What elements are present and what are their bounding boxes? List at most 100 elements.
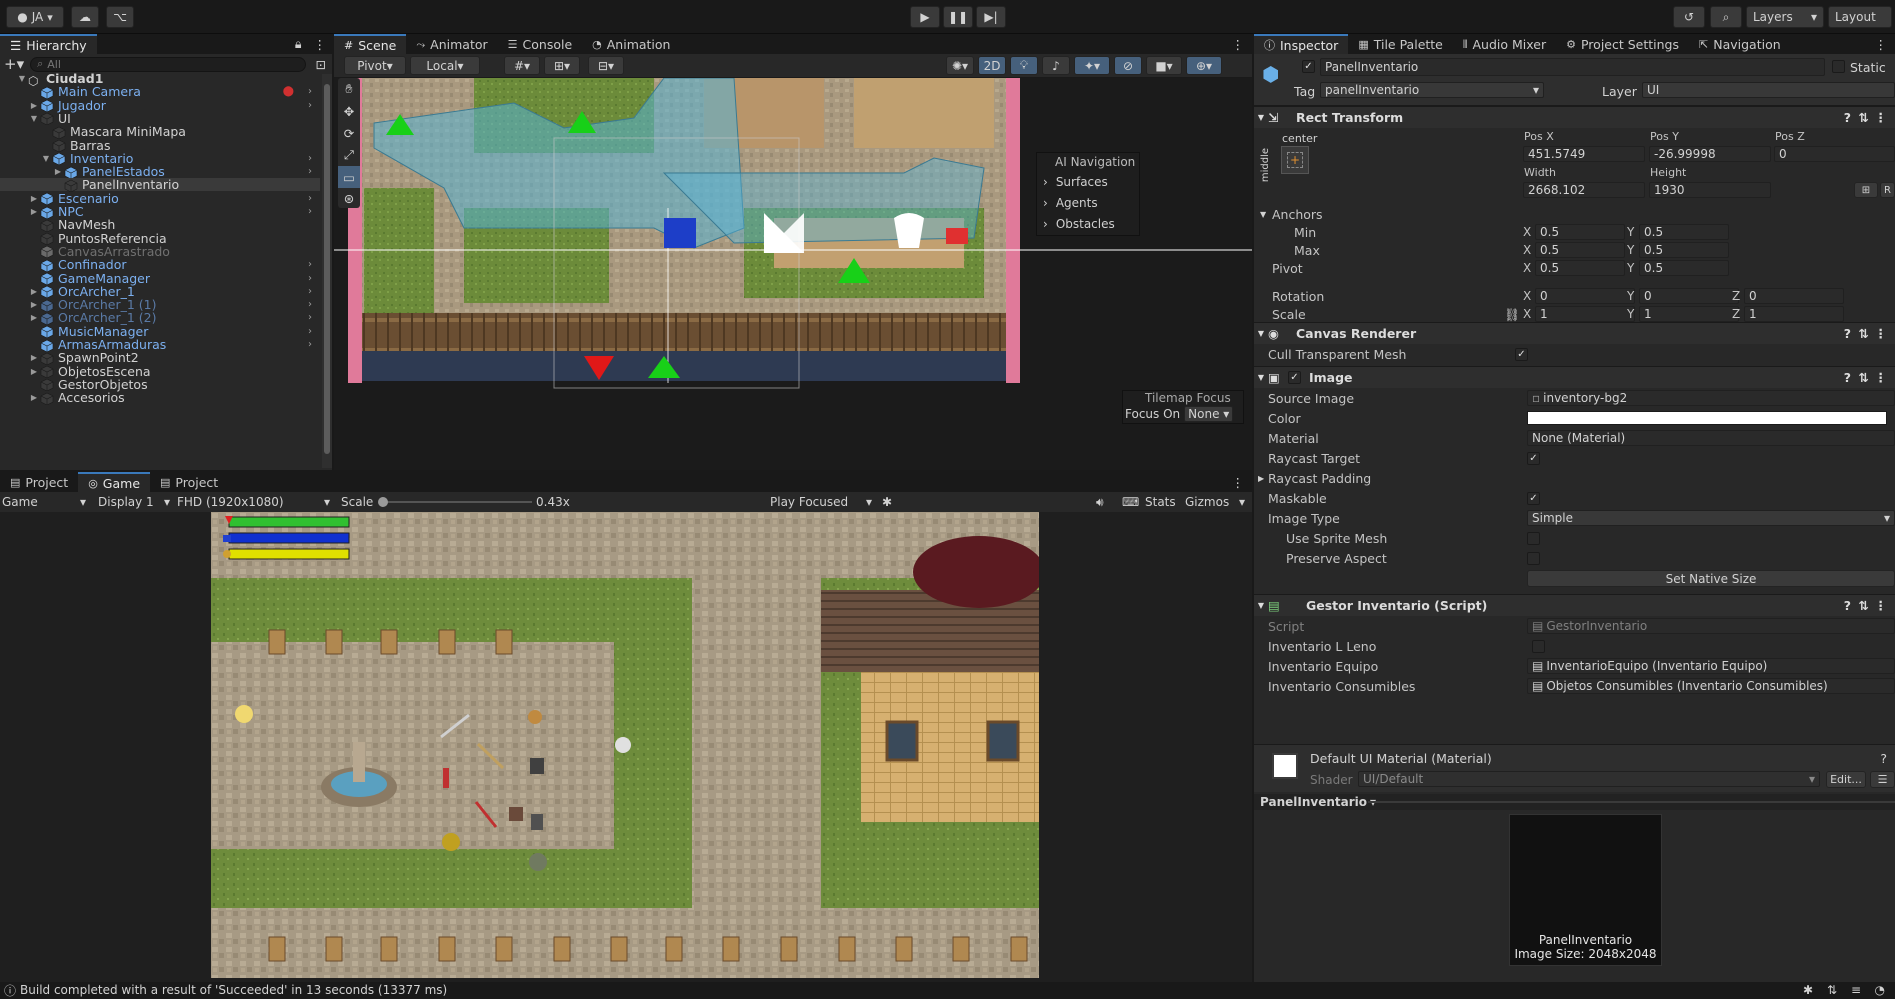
overlay-item-agents[interactable]: ›Agents: [1037, 192, 1139, 213]
tab-hierarchy[interactable]: ☰Hierarchy: [0, 34, 97, 54]
hierarchy-item[interactable]: ▶NPC›: [0, 205, 320, 218]
rotation-y-field[interactable]: 0: [1639, 288, 1739, 304]
preset-icon[interactable]: ⇅: [1859, 110, 1869, 125]
anchor-max-x-field[interactable]: 0.5: [1535, 242, 1625, 258]
camera-button[interactable]: ■▾: [1146, 56, 1182, 75]
chevron-right-icon[interactable]: ▶: [28, 300, 40, 309]
audio-toggle[interactable]: ♪: [1042, 56, 1070, 75]
open-prefab-icon[interactable]: ›: [308, 166, 312, 177]
rotate-tool-icon[interactable]: ⟳: [338, 122, 360, 144]
more-menu-icon[interactable]: ⋮: [1224, 472, 1253, 492]
pos-x-field[interactable]: 451.5749: [1523, 146, 1645, 162]
tab-inspector[interactable]: ⓘInspector: [1254, 34, 1348, 54]
pos-y-field[interactable]: -26.99998: [1649, 146, 1771, 162]
pause-button[interactable]: ❚❚: [943, 6, 973, 28]
chevron-right-icon[interactable]: ▶: [28, 207, 40, 216]
hierarchy-search-input[interactable]: ⌕All: [30, 57, 305, 72]
hierarchy-item[interactable]: ▶Accesorios: [0, 391, 320, 404]
hierarchy-item[interactable]: CanvasArrastrado: [0, 245, 320, 258]
hierarchy-item[interactable]: ArmasArmaduras›: [0, 338, 320, 351]
scrollbar-thumb[interactable]: [324, 84, 330, 454]
play-focused-dropdown[interactable]: Play Focused▾: [770, 495, 872, 509]
game-view-dropdown[interactable]: Game▾: [2, 495, 86, 509]
chevron-right-icon[interactable]: ▶: [28, 101, 40, 110]
inventario-equipo-field[interactable]: ▤InventarioEquipo (Inventario Equipo): [1527, 658, 1895, 674]
more-menu-icon[interactable]: ⋮: [1875, 110, 1888, 125]
search-button[interactable]: ⌕: [1710, 6, 1742, 28]
help-icon[interactable]: ?: [1844, 326, 1851, 341]
pivot-dropdown[interactable]: Pivot▾: [344, 56, 406, 75]
more-menu-icon[interactable]: ⋮: [1875, 370, 1888, 385]
play-button[interactable]: ▶: [910, 6, 940, 28]
preview-splitter[interactable]: [1368, 801, 1895, 803]
canvas-renderer-header[interactable]: ▼ ◉ Canvas Renderer ? ⇅ ⋮: [1254, 322, 1895, 344]
step-button[interactable]: ▶|: [976, 6, 1006, 28]
more-menu-icon[interactable]: ⋮: [1224, 34, 1253, 54]
inventario-consumibles-field[interactable]: ▤Objetos Consumibles (Inventario Consumi…: [1527, 678, 1895, 694]
chevron-right-icon[interactable]: ▶: [28, 313, 40, 322]
layers-dropdown[interactable]: Layers▾: [1746, 6, 1824, 28]
hierarchy-item[interactable]: Barras: [0, 139, 320, 152]
open-prefab-icon[interactable]: ›: [308, 100, 312, 111]
bug-icon[interactable]: ✱: [1803, 983, 1813, 997]
scale-y-field[interactable]: 1: [1639, 306, 1739, 322]
scale-x-field[interactable]: 1: [1535, 306, 1635, 322]
focus-on-dropdown[interactable]: None ▾: [1184, 406, 1233, 422]
mute-audio-icon[interactable]: 🔊︎: [1096, 495, 1104, 510]
progress-icon[interactable]: ◔: [1875, 983, 1885, 997]
tab-animator[interactable]: ⤳Animator: [406, 34, 497, 54]
hierarchy-item[interactable]: GestorObjetos: [0, 378, 320, 391]
hierarchy-item[interactable]: PuntosReferencia: [0, 232, 320, 245]
visibility-toggle[interactable]: ⊘: [1114, 56, 1142, 75]
keyboard-icon[interactable]: ⌨: [1122, 495, 1139, 509]
color-swatch[interactable]: [1527, 411, 1887, 425]
open-prefab-icon[interactable]: ›: [308, 193, 312, 204]
image-enabled-checkbox[interactable]: ✓: [1288, 371, 1301, 384]
hierarchy-item[interactable]: ▶OrcArcher_1›: [0, 285, 320, 298]
hierarchy-item[interactable]: PanelInventario: [0, 178, 320, 191]
hierarchy-item[interactable]: ▶Escenario›: [0, 192, 320, 205]
lock-icon[interactable]: 🔒︎: [289, 34, 308, 54]
chevron-right-icon[interactable]: ▶: [52, 167, 64, 176]
source-image-field[interactable]: ▫inventory-bg2: [1527, 390, 1895, 406]
hand-tool-icon[interactable]: ✋︎: [338, 78, 360, 100]
hierarchy-item[interactable]: Mascara MiniMapa: [0, 125, 320, 138]
scale-slider[interactable]: [382, 501, 532, 503]
tab-game[interactable]: ◎Game: [78, 472, 150, 492]
material-field[interactable]: None (Material): [1527, 430, 1895, 446]
preserve-aspect-checkbox[interactable]: [1527, 552, 1540, 565]
hierarchy-item[interactable]: Confinador›: [0, 258, 320, 271]
open-prefab-icon[interactable]: ›: [308, 299, 312, 310]
chevron-right-icon[interactable]: ▶: [28, 367, 40, 376]
pivot-x-field[interactable]: 0.5: [1535, 260, 1625, 276]
overlay-item-obstacles[interactable]: ›Obstacles: [1037, 213, 1139, 234]
preset-icon[interactable]: ⇅: [1859, 370, 1869, 385]
anchor-min-y-field[interactable]: 0.5: [1639, 224, 1729, 240]
more-menu-icon[interactable]: ⋮: [1867, 34, 1895, 54]
anchor-min-x-field[interactable]: 0.5: [1535, 224, 1625, 240]
filter-icon[interactable]: ⊡: [316, 57, 326, 72]
hierarchy-item[interactable]: ▶ObjetosEscena: [0, 365, 320, 378]
blueprint-button[interactable]: ⊞: [1854, 182, 1878, 198]
help-icon[interactable]: ?: [1844, 598, 1851, 613]
tab-tile-palette[interactable]: ▦Tile Palette: [1348, 34, 1453, 54]
preset-icon[interactable]: ⇅: [1859, 598, 1869, 613]
tag-dropdown[interactable]: panelInventario▾: [1320, 82, 1544, 98]
open-prefab-icon[interactable]: ›: [308, 339, 312, 350]
image-header[interactable]: ▼ ▣ ✓ Image ? ⇅ ⋮: [1254, 366, 1895, 388]
object-name-field[interactable]: PanelInventario: [1320, 58, 1825, 76]
gestor-inventario-header[interactable]: ▼ ▤ Gestor Inventario (Script) ? ⇅ ⋮: [1254, 594, 1895, 616]
account-button[interactable]: ●JA▾: [6, 6, 64, 28]
set-native-size-button[interactable]: Set Native Size: [1527, 570, 1895, 587]
active-checkbox[interactable]: ✓: [1302, 60, 1315, 73]
image-type-dropdown[interactable]: Simple▾: [1527, 510, 1895, 526]
2d-toggle[interactable]: 2D: [978, 56, 1006, 75]
hierarchy-item[interactable]: ▼⬡Ciudad1: [0, 72, 320, 85]
hierarchy-item[interactable]: MusicManager›: [0, 325, 320, 338]
preset-icon[interactable]: ⇅: [1859, 326, 1869, 341]
open-prefab-icon[interactable]: ›: [308, 153, 312, 164]
open-prefab-icon[interactable]: ›: [308, 326, 312, 337]
inventario-lleno-checkbox[interactable]: [1532, 640, 1545, 653]
chevron-right-icon[interactable]: ▶: [28, 194, 40, 203]
open-prefab-icon[interactable]: ›: [308, 206, 312, 217]
